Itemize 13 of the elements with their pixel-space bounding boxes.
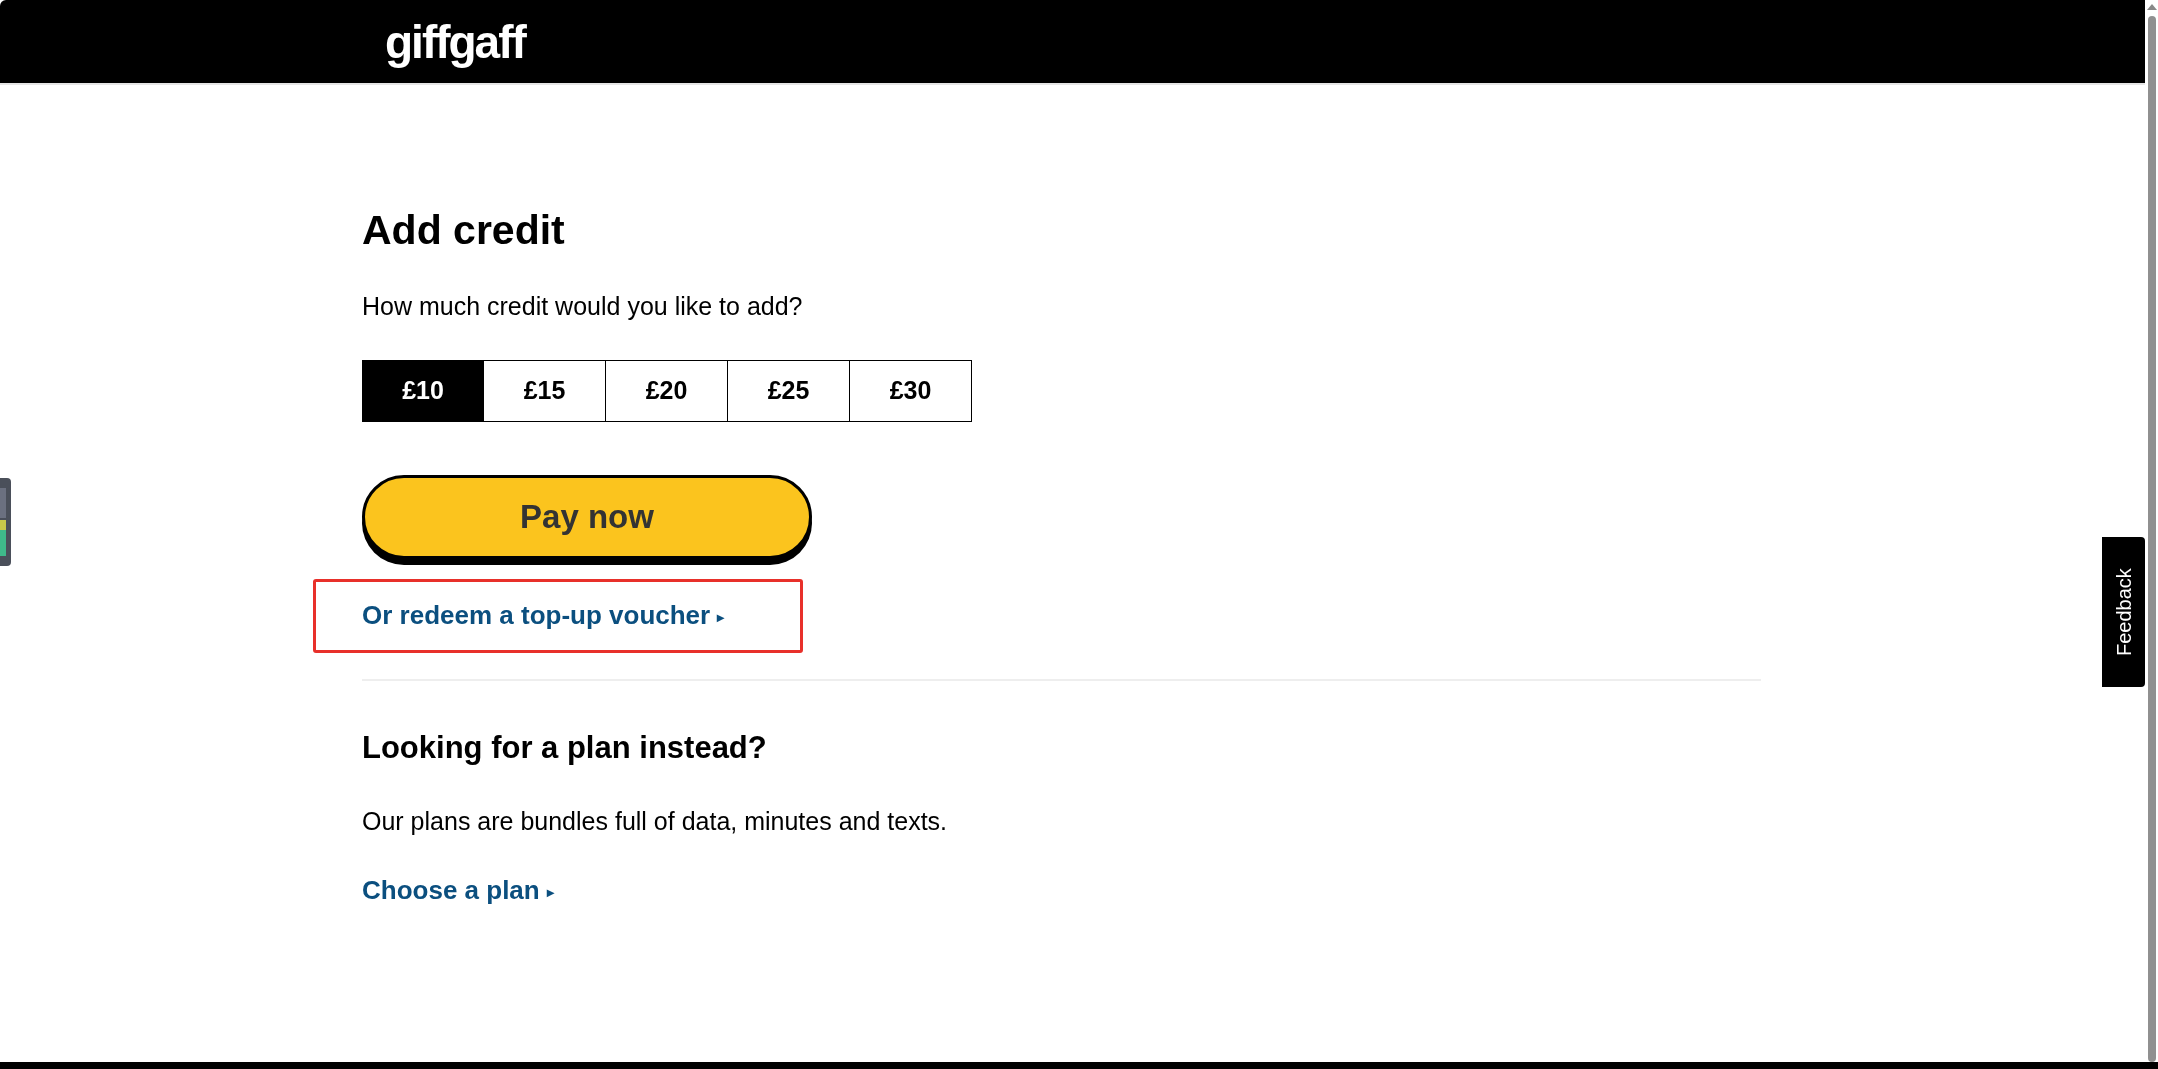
section-text: Our plans are bundles full of data, minutes and texts. [362, 806, 949, 838]
choose-plan-link[interactable]: Choose a plan ▸ [362, 874, 554, 905]
amount-option[interactable]: £20 [606, 359, 728, 422]
feedback-tab[interactable]: Feedback [2102, 537, 2145, 687]
amount-option[interactable]: £10 [362, 359, 484, 422]
amount-option[interactable]: £15 [484, 359, 606, 422]
page-title: Add credit [362, 206, 566, 255]
voucher-link[interactable]: Or redeem a top-up voucher ▸ [362, 596, 725, 636]
amount-option[interactable]: £25 [728, 359, 850, 422]
section-heading: Looking for a plan instead? [362, 728, 768, 767]
side-widget-icon [0, 478, 11, 566]
amount-option[interactable]: £30 [850, 359, 972, 422]
question-text: How much credit would you like to add? [362, 291, 804, 323]
